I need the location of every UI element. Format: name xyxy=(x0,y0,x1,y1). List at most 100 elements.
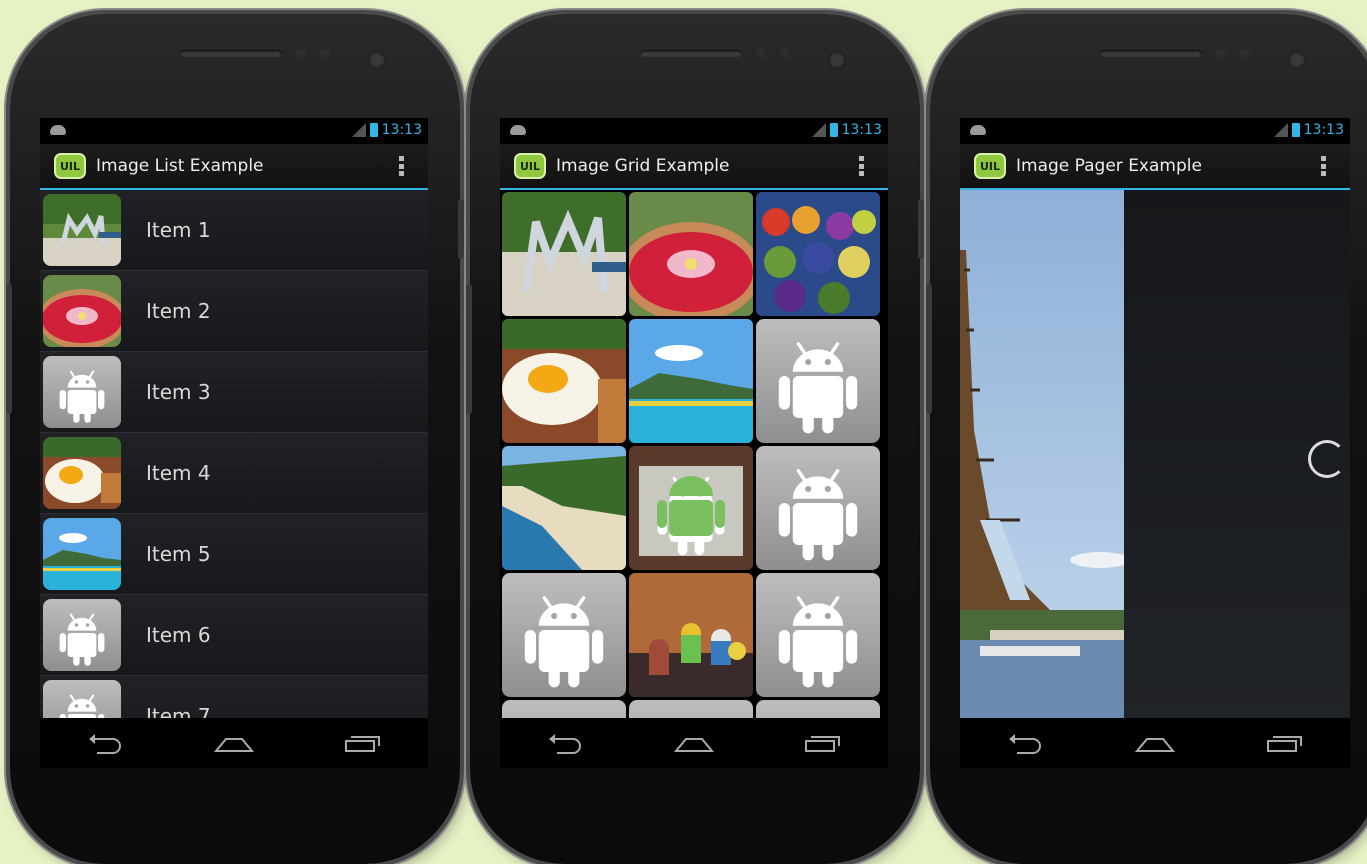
power-button xyxy=(458,199,464,259)
back-button[interactable] xyxy=(83,728,127,758)
android-placeholder-icon xyxy=(43,680,121,718)
recents-button[interactable] xyxy=(801,728,845,758)
status-time: 13:13 xyxy=(841,122,882,138)
sculpture-photo xyxy=(43,194,121,266)
home-icon xyxy=(1135,738,1175,752)
android-placeholder-icon xyxy=(43,599,121,671)
home-icon xyxy=(213,738,254,752)
sensor xyxy=(1216,49,1226,58)
recents-icon xyxy=(1267,736,1302,752)
item-label: Item 3 xyxy=(146,380,211,404)
list-item[interactable]: Item 4 xyxy=(40,433,428,514)
sculpture-photo[interactable] xyxy=(502,192,626,316)
recents-icon xyxy=(805,736,841,752)
status-bar: 13:13 xyxy=(500,118,888,144)
overflow-menu-icon[interactable] xyxy=(399,156,404,176)
list-item[interactable]: Item 5 xyxy=(40,514,428,595)
action-bar: UIL Image Pager Example xyxy=(960,144,1350,190)
home-button[interactable] xyxy=(212,728,256,758)
android-figurines-photo[interactable] xyxy=(629,573,753,697)
front-camera xyxy=(828,51,846,69)
loading-spinner-icon xyxy=(1308,440,1346,478)
sensor xyxy=(320,49,330,58)
notification-icon xyxy=(970,125,986,135)
item-label: Item 5 xyxy=(146,542,211,566)
page-title: Image List Example xyxy=(96,156,264,176)
action-bar: UIL Image List Example xyxy=(40,144,428,190)
image-grid[interactable] xyxy=(500,190,888,718)
status-bar: 13:13 xyxy=(960,118,1350,144)
item-label: Item 2 xyxy=(146,299,211,323)
screen: 13:13 UIL Image Grid Example xyxy=(500,118,888,768)
recents-icon xyxy=(345,736,381,752)
action-bar: UIL Image Grid Example xyxy=(500,144,888,190)
overflow-menu-icon[interactable] xyxy=(1321,156,1326,176)
fried-egg-photo[interactable] xyxy=(502,319,626,443)
navigation-bar xyxy=(500,718,888,768)
page-title: Image Pager Example xyxy=(1016,156,1202,176)
battery-icon xyxy=(369,123,378,137)
back-icon xyxy=(88,734,121,754)
earpiece xyxy=(1100,50,1202,57)
list-item[interactable]: Item 6 xyxy=(40,595,428,676)
page-title: Image Grid Example xyxy=(556,156,730,176)
beach-pool-photo xyxy=(43,518,121,590)
fried-egg-photo xyxy=(43,437,121,509)
fruit-market-photo[interactable] xyxy=(756,192,880,316)
list-item[interactable]: Item 1 xyxy=(40,190,428,271)
signal-icon xyxy=(351,123,366,137)
notification-icon xyxy=(50,125,66,135)
signal-icon xyxy=(1273,123,1288,137)
item-label: Item 4 xyxy=(146,461,211,485)
eiffel-tower-photo[interactable] xyxy=(960,190,1124,718)
phone-grid: 13:13 UIL Image Grid Example xyxy=(466,14,924,864)
status-bar: 13:13 xyxy=(40,118,428,144)
android-placeholder-icon xyxy=(43,356,121,428)
back-icon xyxy=(1009,734,1041,754)
navigation-bar xyxy=(960,718,1350,768)
item-label: Item 7 xyxy=(146,704,211,718)
sensor xyxy=(780,49,790,58)
back-button[interactable] xyxy=(1003,728,1047,758)
android-placeholder-icon[interactable] xyxy=(756,700,880,718)
app-icon[interactable]: UIL xyxy=(514,153,546,179)
signal-icon xyxy=(811,123,826,137)
volume-button xyxy=(926,284,932,414)
coastline-photo[interactable] xyxy=(502,446,626,570)
notification-icon xyxy=(510,125,526,135)
item-label: Item 6 xyxy=(146,623,211,647)
list-item[interactable]: Item 7 xyxy=(40,676,428,718)
screen: 13:13 UIL Image List Example Item 1 Item… xyxy=(40,118,428,768)
flower-bowl-photo[interactable] xyxy=(629,192,753,316)
android-placeholder-icon[interactable] xyxy=(502,573,626,697)
home-button[interactable] xyxy=(672,728,716,758)
volume-button xyxy=(6,284,12,414)
android-placeholder-icon[interactable] xyxy=(756,573,880,697)
battery-icon xyxy=(1291,123,1300,137)
android-placeholder-icon[interactable] xyxy=(629,700,753,718)
list-item[interactable]: Item 2 xyxy=(40,271,428,352)
volume-button xyxy=(466,284,472,414)
front-camera xyxy=(368,51,386,69)
list-item[interactable]: Item 3 xyxy=(40,352,428,433)
recents-button[interactable] xyxy=(341,728,385,758)
home-button[interactable] xyxy=(1133,728,1177,758)
app-icon[interactable]: UIL xyxy=(54,153,86,179)
status-time: 13:13 xyxy=(1303,122,1344,138)
power-button xyxy=(918,199,924,259)
android-placeholder-icon[interactable] xyxy=(502,700,626,718)
app-icon[interactable]: UIL xyxy=(974,153,1006,179)
overflow-menu-icon[interactable] xyxy=(859,156,864,176)
recents-button[interactable] xyxy=(1263,728,1307,758)
back-button[interactable] xyxy=(543,728,587,758)
android-placeholder-icon[interactable] xyxy=(756,446,880,570)
phone-pager: 13:13 UIL Image Pager Example xyxy=(926,14,1367,864)
android-cake-photo[interactable] xyxy=(629,446,753,570)
image-list[interactable]: Item 1 Item 2 Item 3 Item 4 Item 5 Item … xyxy=(40,190,428,718)
android-placeholder-icon[interactable] xyxy=(756,319,880,443)
sensor xyxy=(756,49,766,58)
item-label: Item 1 xyxy=(146,218,211,242)
navigation-bar xyxy=(40,718,428,768)
image-pager[interactable] xyxy=(960,190,1350,718)
beach-pool-photo[interactable] xyxy=(629,319,753,443)
